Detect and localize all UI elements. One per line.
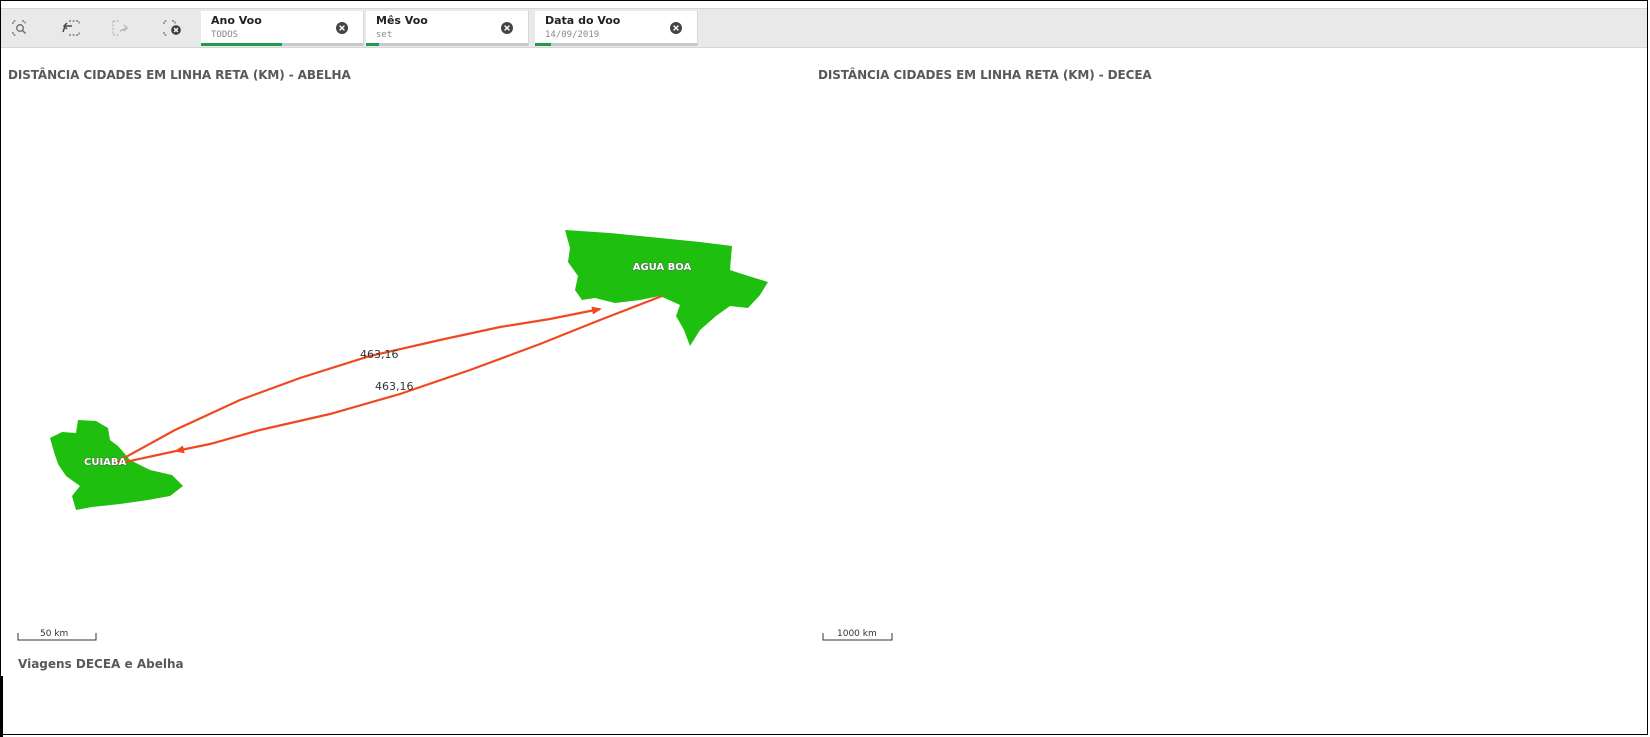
scale-label: 50 km [40,629,68,639]
right-map[interactable]: 1000 km [822,629,893,641]
sheet-footer-title: Viagens DECEA e Abelha [18,657,184,671]
city-label-agua-boa: AGUA BOA [633,262,692,273]
route-distance-label: 463,16 [360,348,399,361]
scale-bar-right: 1000 km [822,629,893,641]
city-label-cuiaba: CUIABA [84,457,127,468]
route-agua-boa-to-cuiaba[interactable] [174,294,663,454]
scale-label: 1000 km [837,629,877,639]
scale-bar-left: 50 km [17,629,97,641]
route-cuiaba-to-agua-boa[interactable] [114,306,602,464]
map-canvas: AGUA BOA CUIABA 463,16 463,16 50 km 1000… [17,230,893,641]
route-distance-label: 463,16 [375,380,414,393]
region-agua-boa[interactable] [565,230,768,346]
left-map[interactable]: AGUA BOA CUIABA 463,16 463,16 50 km [17,230,768,641]
